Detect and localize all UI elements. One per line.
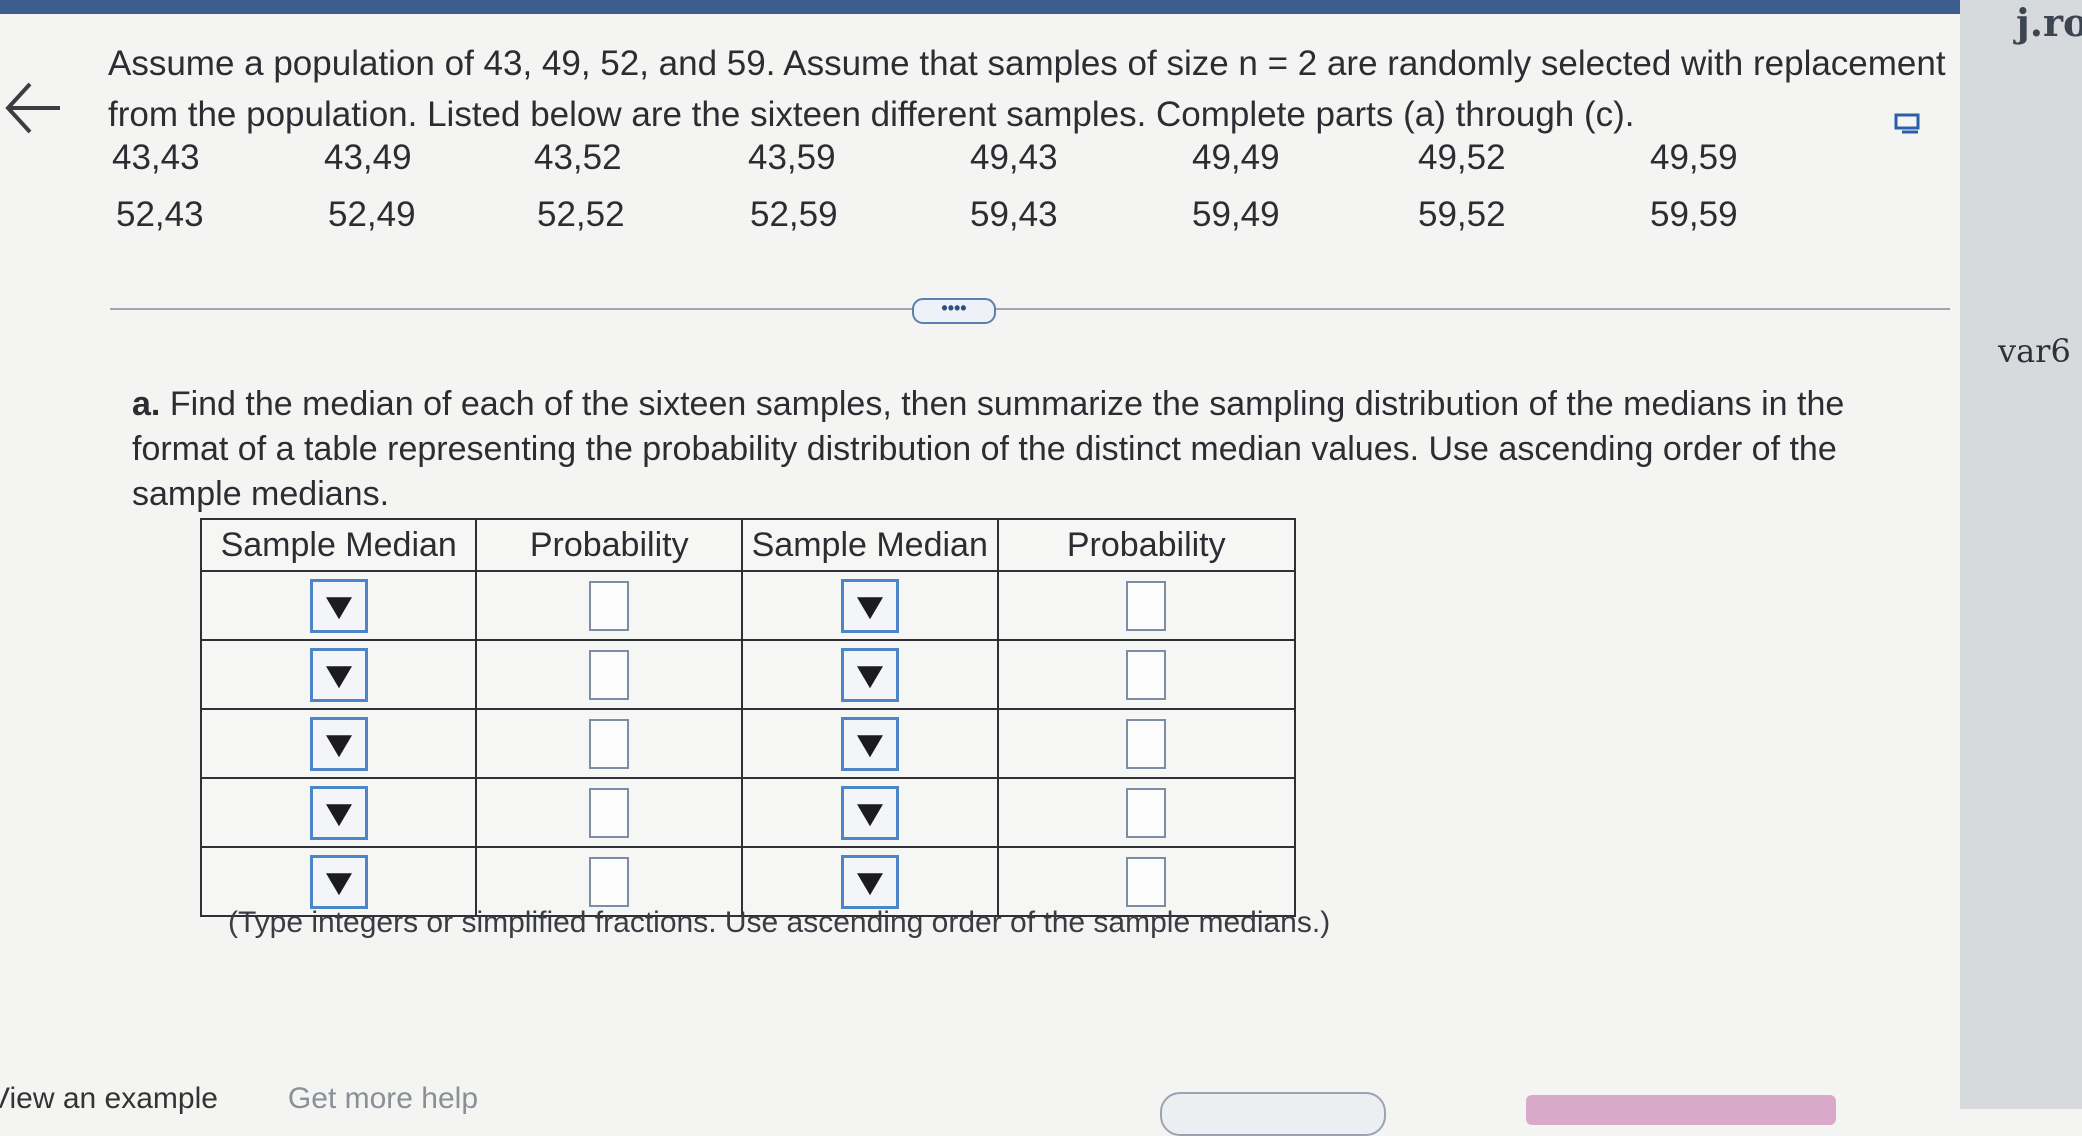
- sample-value: 43,52: [534, 138, 622, 177]
- sample-value: 52,43: [116, 195, 204, 234]
- dropdown-arrow-icon: [856, 734, 883, 757]
- sample-value: 59,59: [1650, 195, 1738, 234]
- bottom-action-button[interactable]: [1160, 1092, 1386, 1136]
- part-a-label: a.: [132, 385, 161, 423]
- dropdown-arrow-icon: [325, 803, 352, 826]
- sample-value: 52,49: [328, 195, 416, 234]
- sample-value: 59,43: [970, 195, 1058, 234]
- table-row: [199, 708, 1296, 779]
- sample-median-dropdown[interactable]: [309, 647, 368, 702]
- sample-value: 43,49: [324, 138, 412, 177]
- probability-cell: [475, 570, 744, 641]
- probability-cell: [475, 639, 744, 710]
- probability-input[interactable]: [1126, 580, 1167, 631]
- dropdown-arrow-icon: [325, 596, 352, 619]
- probability-input[interactable]: [589, 580, 630, 631]
- probability-input[interactable]: [589, 787, 630, 838]
- copy-icon[interactable]: [1893, 112, 1921, 136]
- sample-value: 43,43: [112, 138, 200, 177]
- get-more-help-link[interactable]: Get more help: [288, 1082, 478, 1115]
- right-panel-label: var6: [1998, 332, 2071, 370]
- part-a-line-1-text: Find the median of each of the sixteen s…: [169, 385, 1845, 423]
- dropdown-arrow-icon: [856, 596, 883, 619]
- probability-cell: [996, 708, 1296, 779]
- sample-median-dropdown[interactable]: [840, 785, 899, 840]
- header-probability: Probability: [996, 518, 1296, 572]
- bottom-highlight-button[interactable]: [1526, 1095, 1836, 1125]
- median-cell: [199, 708, 478, 779]
- back-arrow-icon[interactable]: [2, 72, 64, 142]
- question-text: Assume a population of 43, 49, 52, and 5…: [108, 38, 1958, 140]
- probability-input[interactable]: [1126, 649, 1167, 700]
- median-cell: [741, 708, 999, 779]
- header-sample-median: Sample Median: [741, 518, 999, 572]
- table-row: [199, 639, 1296, 710]
- median-cell: [199, 777, 478, 848]
- table-row: [199, 570, 1296, 641]
- probability-cell: [996, 639, 1296, 710]
- table-header-row: Sample Median Probability Sample Median …: [199, 518, 1296, 572]
- probability-cell: [996, 570, 1296, 641]
- bottom-help-links: View an example Get more help: [0, 1082, 478, 1116]
- sample-value: 59,49: [1192, 195, 1280, 234]
- median-cell: [741, 777, 999, 848]
- show-more-button[interactable]: ••••: [912, 298, 996, 324]
- part-a-line-1: a. Find the median of each of the sixtee…: [132, 382, 1892, 427]
- dropdown-arrow-icon: [856, 803, 883, 826]
- top-bar: [0, 0, 1960, 14]
- answer-hint: (Type integers or simplified fractions. …: [228, 906, 1331, 939]
- table-body: [199, 570, 1296, 917]
- sample-median-dropdown[interactable]: [840, 647, 899, 702]
- probability-input[interactable]: [1126, 856, 1167, 907]
- sample-median-dropdown[interactable]: [309, 785, 368, 840]
- probability-input[interactable]: [589, 649, 630, 700]
- sample-value: 52,52: [537, 195, 625, 234]
- sample-median-dropdown[interactable]: [309, 578, 368, 633]
- right-panel-title: j.ro: [2016, 0, 2082, 45]
- sample-value: 49,49: [1192, 138, 1280, 177]
- dropdown-arrow-icon: [856, 665, 883, 688]
- sample-median-dropdown[interactable]: [840, 716, 899, 771]
- probability-cell: [475, 777, 744, 848]
- probability-cell: [475, 708, 744, 779]
- question-line-2: from the population. Listed below are th…: [108, 95, 1635, 134]
- view-example-link[interactable]: View an example: [0, 1082, 218, 1115]
- part-a-line-3: sample medians.: [132, 475, 390, 513]
- sample-median-dropdown[interactable]: [309, 854, 368, 909]
- dropdown-arrow-icon: [856, 872, 883, 895]
- dropdown-arrow-icon: [325, 872, 352, 895]
- sample-median-dropdown[interactable]: [840, 578, 899, 633]
- dropdown-arrow-icon: [325, 734, 352, 757]
- sample-value: 59,52: [1418, 195, 1506, 234]
- sample-value: 43,59: [748, 138, 836, 177]
- sample-median-dropdown[interactable]: [309, 716, 368, 771]
- sample-value: 52,59: [750, 195, 838, 234]
- probability-input[interactable]: [589, 856, 630, 907]
- sample-value: 49,52: [1418, 138, 1506, 177]
- probability-input[interactable]: [1126, 787, 1167, 838]
- header-probability: Probability: [475, 518, 744, 572]
- table-row: [199, 777, 1296, 848]
- header-sample-median: Sample Median: [199, 518, 478, 572]
- median-cell: [199, 639, 478, 710]
- median-cell: [741, 570, 999, 641]
- median-cell: [199, 570, 478, 641]
- median-cell: [741, 639, 999, 710]
- sample-value: 49,59: [1650, 138, 1738, 177]
- question-line-1: Assume a population of 43, 49, 52, and 5…: [108, 44, 1946, 83]
- median-distribution-table: Sample Median Probability Sample Median …: [199, 518, 1296, 917]
- section-divider: [110, 308, 1950, 310]
- probability-cell: [996, 777, 1296, 848]
- dropdown-arrow-icon: [325, 665, 352, 688]
- probability-input[interactable]: [1126, 718, 1167, 769]
- sample-value: 49,43: [970, 138, 1058, 177]
- right-side-panel: [1960, 0, 2082, 1109]
- part-a-instructions: a. Find the median of each of the sixtee…: [132, 382, 1892, 517]
- part-a-line-2: format of a table representing the proba…: [132, 430, 1837, 468]
- sample-median-dropdown[interactable]: [840, 854, 899, 909]
- probability-input[interactable]: [589, 718, 630, 769]
